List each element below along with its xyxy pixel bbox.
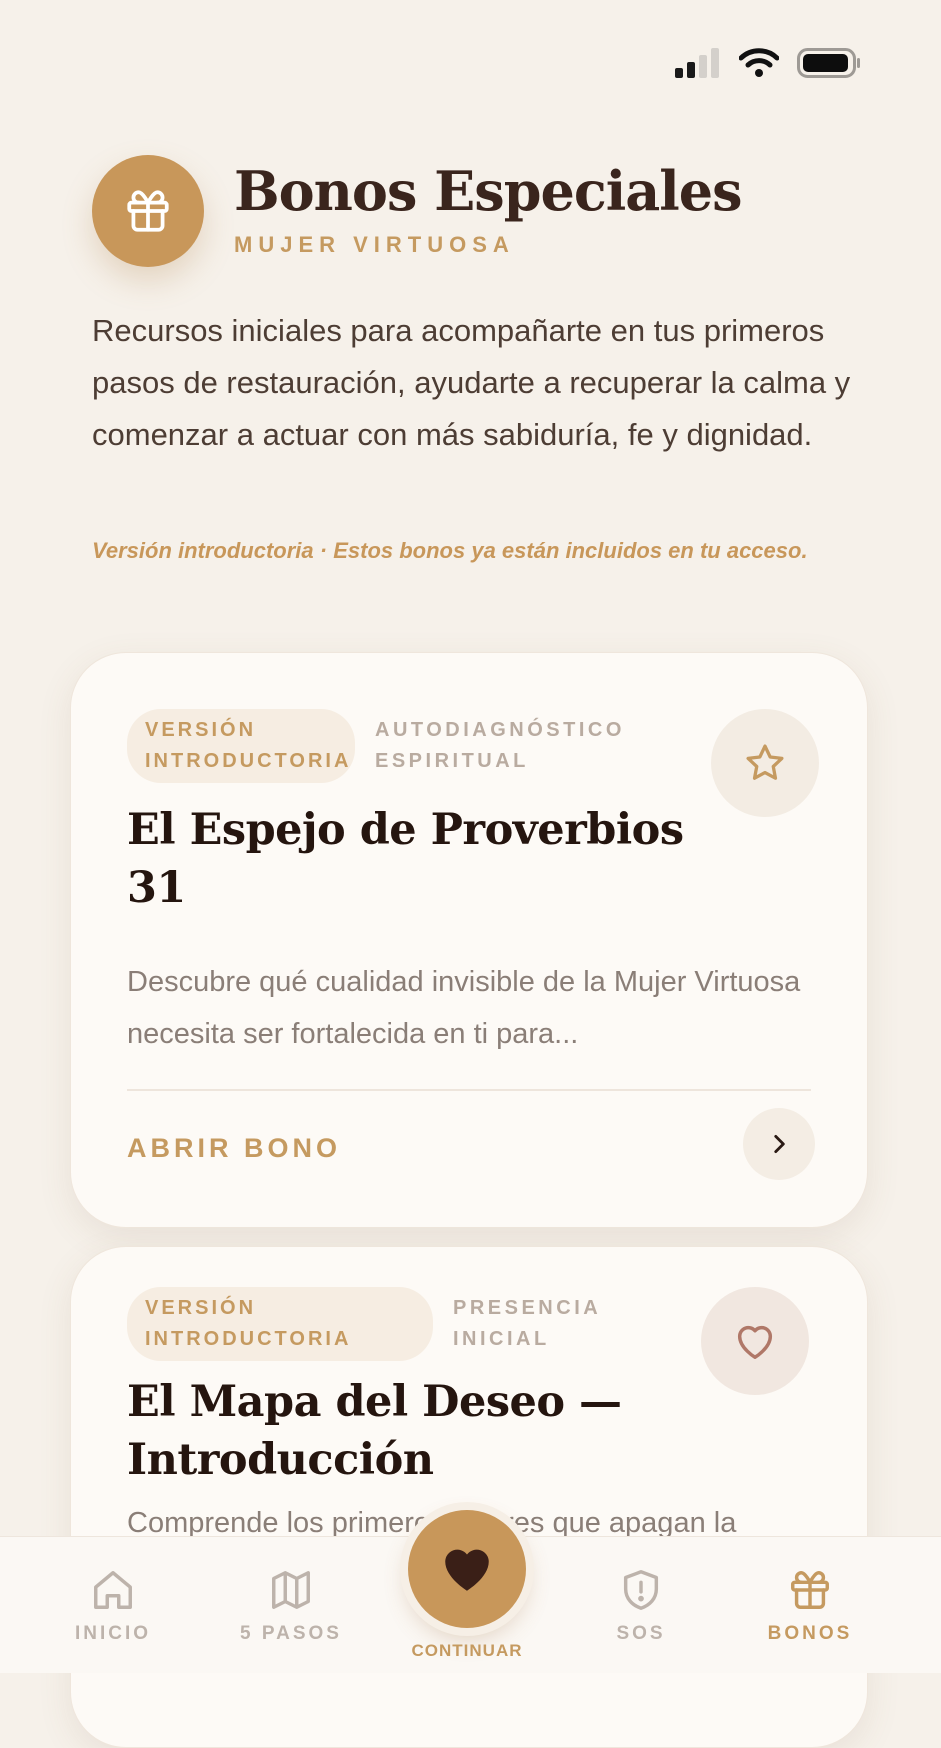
page-header: Bonos Especiales MUJER VIRTUOSA [92, 155, 742, 267]
category-label: PRESENCIA INICIAL [453, 1297, 601, 1350]
heart-icon [737, 1325, 773, 1360]
intro-text: Recursos iniciales para acompañarte en t… [92, 313, 851, 452]
continue-label[interactable]: CONTINUAR [380, 1641, 554, 1661]
card-title: El Espejo de Proverbios 31 [127, 805, 684, 913]
version-tag: VERSIÓN INTRODUCTORIA [127, 1287, 433, 1361]
card-title: El Mapa del Deseo — Introducción [127, 1377, 622, 1485]
tab-sos[interactable]: SOS [566, 1567, 716, 1645]
tab-5-pasos[interactable]: 5 PASOS [216, 1567, 366, 1645]
open-bonus-link[interactable]: ABRIR BONO [127, 1133, 341, 1164]
card-divider [127, 1089, 811, 1091]
bonus-card[interactable]: VERSIÓN INTRODUCTORIA AUTODIAGNÓSTICO ES… [70, 652, 868, 1228]
page-title: Bonos Especiales [234, 159, 742, 223]
home-icon [94, 1571, 132, 1609]
wifi-icon [739, 48, 779, 77]
favorite-button[interactable] [701, 1287, 809, 1395]
shield-alert-icon [623, 1570, 659, 1610]
access-note: Versión introductoria · Estos bonos ya e… [92, 538, 808, 563]
open-bonus-button[interactable] [743, 1108, 815, 1180]
gift-icon [791, 1571, 829, 1609]
battery-icon [797, 48, 860, 78]
version-tag: VERSIÓN INTRODUCTORIA [127, 709, 355, 783]
continue-button[interactable] [408, 1510, 526, 1628]
category-label: AUTODIAGNÓSTICO ESPIRITUAL [375, 719, 625, 772]
status-bar [675, 48, 861, 78]
heart-icon [445, 1549, 489, 1591]
gift-icon [127, 190, 169, 232]
favorite-button[interactable] [711, 709, 819, 817]
tab-inicio[interactable]: INICIO [38, 1567, 188, 1645]
page-subtitle: MUJER VIRTUOSA [234, 232, 515, 257]
map-icon [272, 1571, 310, 1609]
cellular-signal-icon [675, 48, 719, 78]
tab-bonos[interactable]: BONOS [735, 1567, 885, 1645]
star-icon [746, 744, 784, 780]
chevron-right-icon [774, 1135, 785, 1153]
header-badge [92, 155, 204, 267]
card-description: Descubre qué cualidad invisible de la Mu… [127, 966, 801, 1050]
